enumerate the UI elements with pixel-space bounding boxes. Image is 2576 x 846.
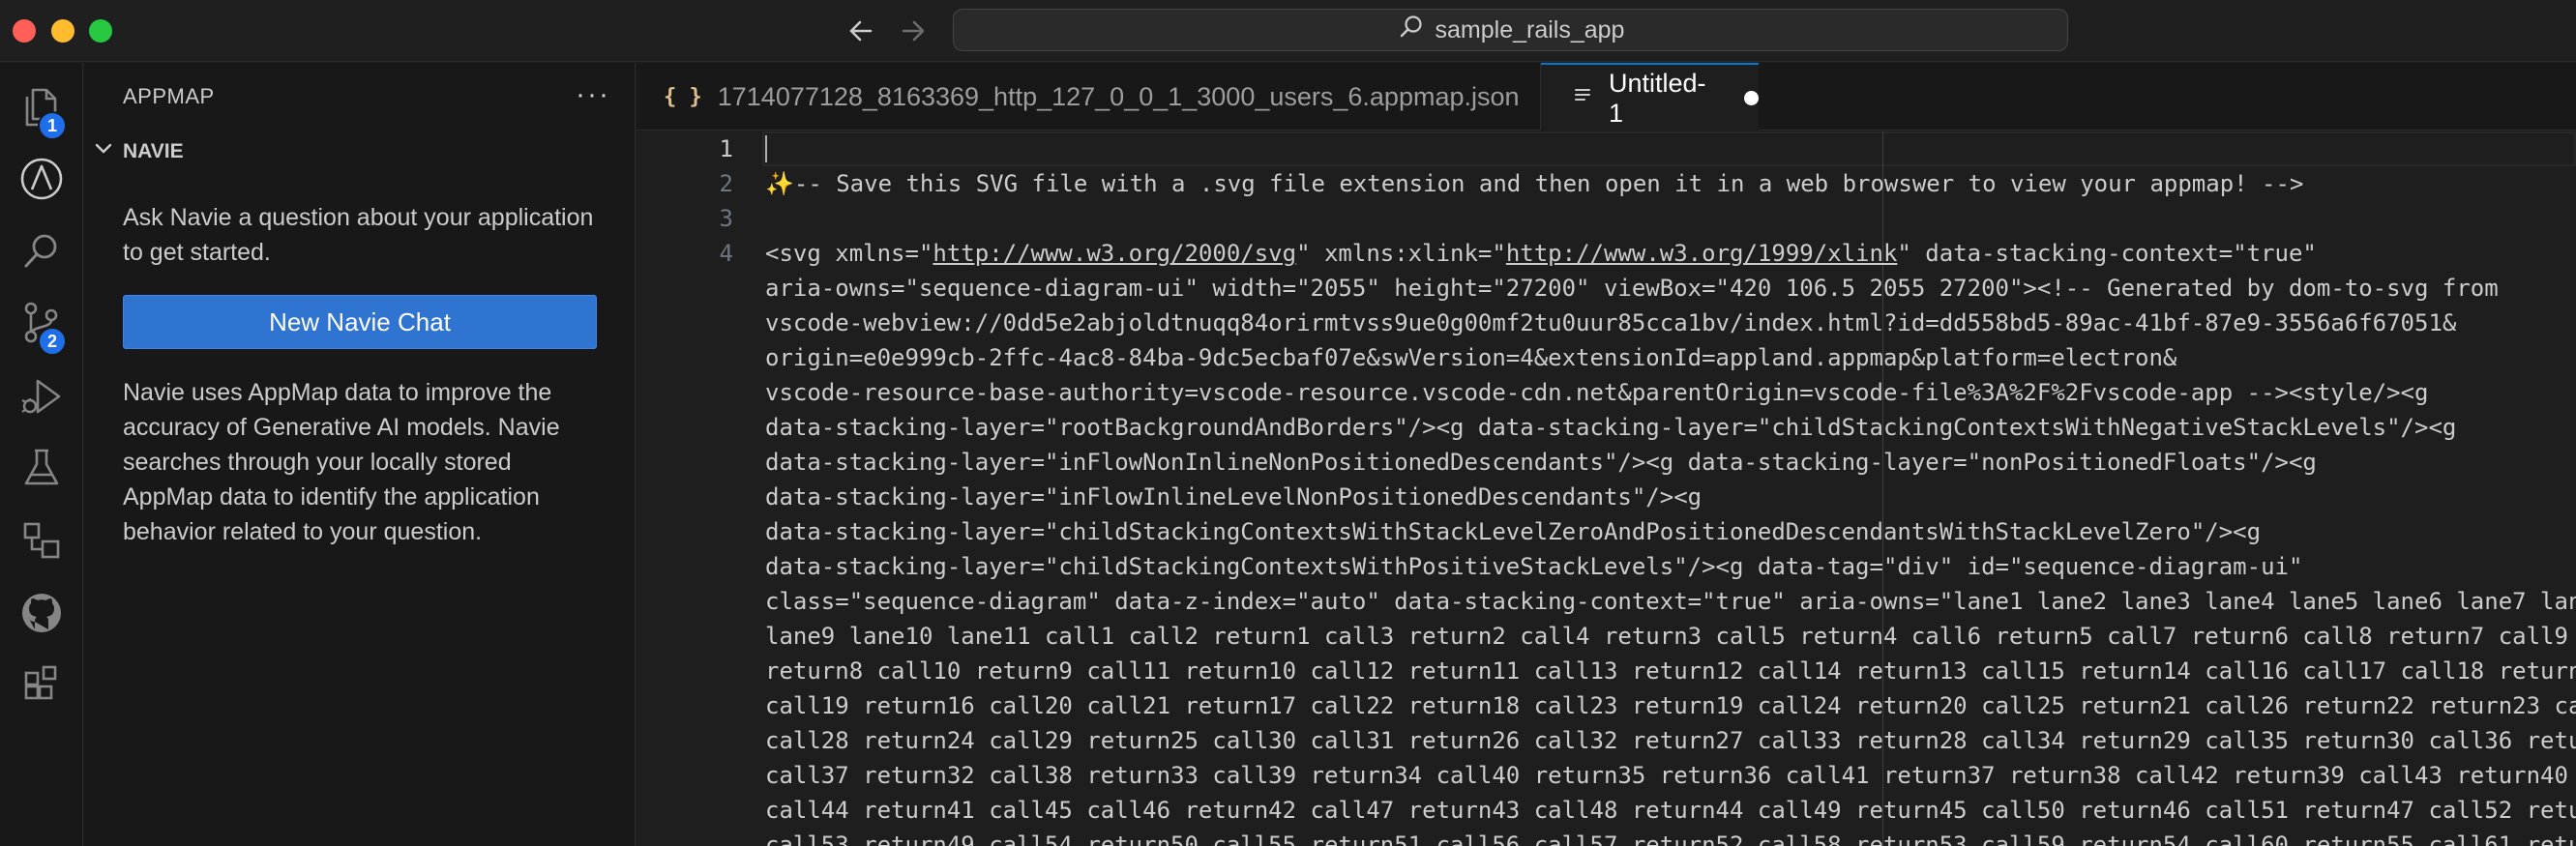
code-wrap-line: lane9 lane10 lane11 call1 call2 return1 … [765, 623, 2568, 650]
explorer-button[interactable]: 1 [15, 82, 69, 140]
text-file-icon [1572, 83, 1593, 113]
run-debug-button[interactable] [15, 371, 69, 425]
extensions-icon [16, 659, 67, 715]
code-wrap-line: origin=e0e999cb-2ffc-4ac8-84ba-9dc5ecbaf… [765, 344, 2177, 371]
code-line-2: ✨-- Save this SVG file with a .svg file … [765, 170, 2304, 197]
xlink-namespace-link[interactable]: http://www.w3.org/1999/xlink [1506, 240, 1898, 267]
navie-description-text: Navie uses AppMap data to improve the ac… [123, 379, 560, 545]
chevron-down-icon [92, 137, 115, 166]
appmap-logo-icon [16, 154, 67, 209]
code-wrap-line: vscode-webview://0dd5e2abjoldtnuqq84orir… [765, 309, 2457, 336]
navie-section-label: NAVIE [123, 140, 184, 162]
appmap-button[interactable] [15, 154, 69, 208]
sidebar-title: APPMAP [123, 84, 215, 108]
new-navie-chat-button[interactable]: New Navie Chat [123, 295, 597, 349]
beaker-icon [16, 443, 67, 498]
code-text: " xmlns:xlink=" [1296, 240, 1506, 267]
run-debug-icon [16, 371, 67, 426]
code-wrap-line: data-stacking-layer="childStackingContex… [765, 553, 2303, 580]
search-button[interactable] [15, 227, 69, 281]
line-number: 2 [719, 170, 733, 197]
code-wrap-line: data-stacking-layer="inFlowInlineLevelNo… [765, 483, 1703, 511]
github-button[interactable] [15, 588, 69, 642]
more-actions-icon[interactable]: ··· [576, 78, 610, 111]
code-wrap-line: aria-owns="sequence-diagram-ui" width="2… [765, 275, 2499, 302]
code-wrap-line: data-stacking-layer="rootBackgroundAndBo… [765, 414, 2457, 441]
tab-label: 1714077128_8163369_http_127_0_0_1_3000_u… [717, 81, 1520, 111]
command-center-label: sample_rails_app [1435, 15, 1625, 44]
current-line-highlight [762, 131, 2576, 166]
code-wrap-line: call44 return41 call45 call46 return42 c… [765, 797, 2576, 824]
forward-arrow-icon[interactable] [894, 12, 933, 50]
line-number: 4 [719, 240, 733, 267]
code-wrap-line: class="sequence-diagram" data-z-index="a… [765, 588, 2576, 615]
svg-namespace-link[interactable]: http://www.w3.org/2000/svg [933, 240, 1296, 267]
code-editor[interactable]: 1 2 3 4 ✨-- Save this SVG file with a .s… [637, 131, 2576, 846]
code-wrap-line: data-stacking-layer="inFlowNonInlineNonP… [765, 449, 2317, 476]
code-text: <svg xmlns=" [765, 240, 933, 267]
search-icon [1397, 13, 1426, 48]
code-line-4: <svg xmlns="http://www.w3.org/2000/svg" … [765, 236, 2317, 271]
line-number: 1 [719, 135, 733, 162]
search-icon [16, 227, 67, 282]
code-wrap-line: return8 call10 return9 call11 return10 c… [765, 657, 2576, 685]
command-center-search[interactable]: sample_rails_app [953, 9, 2068, 51]
source-control-button[interactable]: 2 [15, 298, 69, 356]
explorer-badge: 1 [38, 111, 67, 140]
back-arrow-icon[interactable] [842, 12, 880, 50]
editor-tab-bar: { } 1714077128_8163369_http_127_0_0_1_30… [637, 63, 2576, 131]
github-icon [16, 588, 67, 643]
maximize-window-button[interactable] [89, 19, 112, 43]
code-wrap-line: call37 return32 call38 return33 call39 r… [765, 762, 2576, 789]
navie-intro-text: Ask Navie a question about your applicat… [123, 204, 594, 266]
minimize-window-button[interactable] [51, 19, 74, 43]
remote-explorer-icon [16, 515, 67, 570]
testing-button[interactable] [15, 443, 69, 497]
extensions-button[interactable] [15, 659, 69, 714]
tab-untitled-1[interactable]: Untitled-1 [1541, 63, 1759, 131]
line-number: 3 [719, 205, 733, 232]
unsaved-changes-dot[interactable] [1744, 91, 1759, 105]
appmap-sidebar: APPMAP ··· NAVIE Ask Navie a question ab… [84, 63, 636, 846]
title-bar: sample_rails_app [0, 0, 2576, 62]
remote-explorer-button[interactable] [15, 515, 69, 569]
code-wrap-line: call28 return24 call29 return25 call30 c… [765, 727, 2576, 754]
code-text: " data-stacking-context="true" [1897, 240, 2317, 267]
tab-appmap-json[interactable]: { } 1714077128_8163369_http_127_0_0_1_30… [637, 63, 1541, 131]
text-cursor [765, 135, 767, 162]
tab-label: Untitled-1 [1609, 68, 1706, 128]
code-wrap-line: vscode-resource-base-authority=vscode-re… [765, 379, 2429, 406]
close-window-button[interactable] [13, 19, 36, 43]
navie-section-header[interactable]: NAVIE [92, 137, 184, 166]
code-wrap-line: call19 return16 call20 call21 return17 c… [765, 692, 2576, 719]
code-wrap-line: data-stacking-layer="childStackingContex… [765, 518, 2262, 545]
code-wrap-line: call53 return49 call54 return50 call55 r… [765, 831, 2576, 846]
json-file-icon: { } [664, 84, 702, 109]
source-control-badge: 2 [38, 327, 67, 356]
activity-bar: 1 2 [0, 63, 83, 846]
